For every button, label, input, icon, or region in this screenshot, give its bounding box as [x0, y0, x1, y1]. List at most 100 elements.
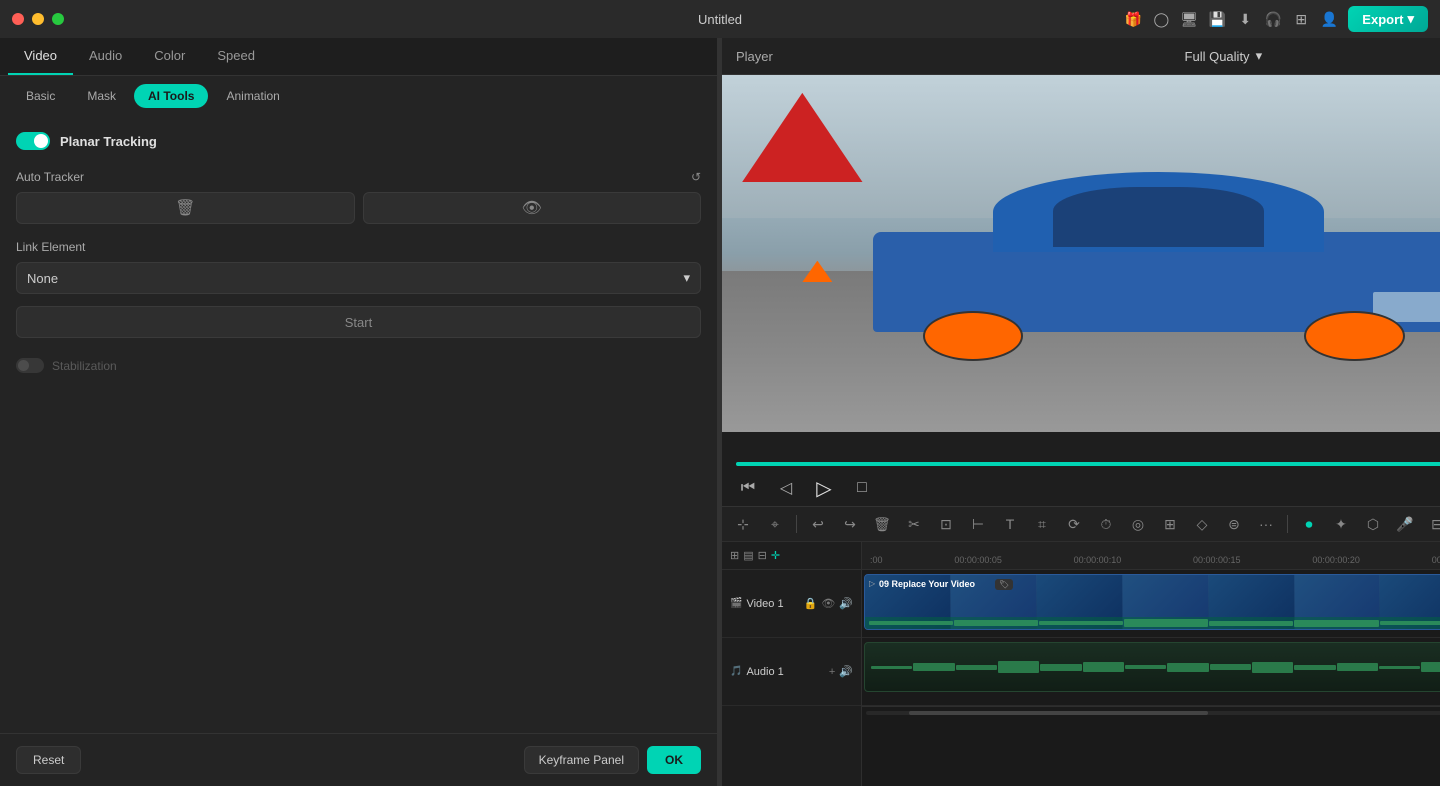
tab-speed[interactable]: Speed	[201, 38, 271, 75]
layers-btn[interactable]: ⊟	[1424, 511, 1440, 537]
aw-7	[1125, 665, 1166, 669]
timer-btn[interactable]: ⏱	[1093, 511, 1119, 537]
toolbar-sep-1	[796, 515, 797, 533]
skip-back-button[interactable]: ⏮	[736, 476, 760, 500]
cut-btn[interactable]: ✂	[901, 511, 927, 537]
play-button[interactable]: ▷	[812, 476, 836, 500]
wa-5	[1209, 621, 1293, 626]
close-button[interactable]	[12, 13, 24, 25]
video-eye-icon[interactable]: 👁	[821, 597, 835, 610]
ellipsis-btn[interactable]: ···	[1253, 511, 1279, 537]
audio-clip[interactable]	[864, 642, 1440, 692]
audio-track-timeline[interactable]	[862, 638, 1440, 706]
shield-btn[interactable]: ⬡	[1360, 511, 1386, 537]
aw-12	[1337, 663, 1378, 671]
circle-icon[interactable]: ◯	[1152, 10, 1170, 28]
add-main-track[interactable]: ✛	[771, 549, 780, 562]
add-video-track[interactable]: ⊞	[730, 549, 739, 562]
wa-3	[1039, 621, 1123, 625]
player-quality-selector[interactable]: Full Quality ▾	[1185, 48, 1263, 64]
clip-audio-strip	[865, 617, 1440, 629]
aw-1	[871, 666, 912, 669]
footer-right-buttons: Keyframe Panel OK	[524, 746, 701, 774]
scroll-track[interactable]	[866, 711, 1440, 715]
video-volume-icon[interactable]: 🔊	[839, 597, 853, 610]
layout-icon[interactable]: ⊞	[1292, 10, 1310, 28]
save-icon[interactable]: 💾	[1208, 10, 1226, 28]
scroll-thumb[interactable]	[909, 711, 1209, 715]
transform-btn[interactable]: ⟳	[1061, 511, 1087, 537]
left-panel: Video Audio Color Speed Basic Mask AI To…	[0, 38, 718, 786]
planar-tracking-row: Planar Tracking	[16, 132, 701, 150]
effects-btn[interactable]: ✦	[1328, 511, 1354, 537]
video-clip[interactable]: ▷ 09 Replace Your Video 🏷	[864, 574, 1440, 630]
add-caption-track[interactable]: ▤	[743, 549, 753, 562]
stop-button[interactable]: □	[850, 476, 874, 500]
color-btn[interactable]: ◇	[1189, 511, 1215, 537]
wheel-front	[923, 311, 1023, 361]
tracker-delete-btn[interactable]: 🗑	[16, 192, 355, 224]
redo-btn[interactable]: ↪	[837, 511, 863, 537]
video-track-timeline[interactable]: ▷ 09 Replace Your Video 🏷	[862, 570, 1440, 638]
auto-tracker-section: Auto Tracker ↺	[16, 170, 701, 184]
minimize-button[interactable]	[32, 13, 44, 25]
audio-add-icon[interactable]: +	[829, 666, 835, 678]
subtab-animation[interactable]: Animation	[212, 84, 293, 108]
tab-audio[interactable]: Audio	[73, 38, 138, 75]
razor-tool[interactable]: ⌖	[762, 511, 788, 537]
subtab-aitools[interactable]: AI Tools	[134, 84, 208, 108]
record-btn[interactable]: ⏺	[1296, 511, 1322, 537]
headphone-icon[interactable]: 🎧	[1264, 10, 1282, 28]
aw-5	[1040, 664, 1081, 671]
audio-track-number: 🎵	[730, 666, 742, 677]
trim-btn[interactable]: ⊡	[933, 511, 959, 537]
select-tool[interactable]: ⊹	[730, 511, 756, 537]
tab-video[interactable]: Video	[8, 38, 73, 75]
adjust-btn[interactable]: ⊜	[1221, 511, 1247, 537]
chevron-down-icon: ▾	[683, 270, 690, 286]
eye-icon: 👁	[522, 198, 542, 218]
detect-btn[interactable]: ◎	[1125, 511, 1151, 537]
delete-btn[interactable]: 🗑	[869, 511, 895, 537]
undo-btn[interactable]: ↩	[805, 511, 831, 537]
fit-btn[interactable]: ⊞	[1157, 511, 1183, 537]
video-lock-icon[interactable]: 🔒	[804, 597, 818, 610]
start-button[interactable]: Start	[16, 306, 701, 338]
split-btn[interactable]: ⊢	[965, 511, 991, 537]
panel-footer: Reset Keyframe Panel OK	[0, 733, 717, 786]
ruler-mark-4: 00:00:00:20	[1312, 555, 1360, 565]
wheel-rear	[1304, 311, 1404, 361]
subtab-basic[interactable]: Basic	[12, 84, 69, 108]
stabilization-toggle[interactable]	[16, 358, 44, 373]
avatar-icon[interactable]: 👤	[1320, 10, 1338, 28]
monitor-icon[interactable]: 🖥	[1180, 10, 1198, 28]
ok-button[interactable]: OK	[647, 746, 701, 774]
title-bar: Untitled 🎁 ◯ 🖥 💾 ⬇ 🎧 ⊞ 👤 Export ▾	[0, 0, 1440, 38]
aw-9	[1210, 664, 1251, 670]
tab-color[interactable]: Color	[138, 38, 201, 75]
mic-btn[interactable]: 🎤	[1392, 511, 1418, 537]
export-button[interactable]: Export ▾	[1348, 6, 1428, 32]
text-btn[interactable]: T	[997, 511, 1023, 537]
progress-bar[interactable]	[736, 462, 1440, 466]
trash-icon: 🗑	[175, 198, 195, 218]
planar-tracking-toggle[interactable]	[16, 132, 50, 150]
aw-3	[956, 665, 997, 670]
download-icon[interactable]: ⬇	[1236, 10, 1254, 28]
wa-1	[869, 621, 953, 625]
tracker-eye-btn[interactable]: 👁	[363, 192, 702, 224]
refresh-icon[interactable]: ↺	[691, 170, 701, 184]
keyframe-panel-button[interactable]: Keyframe Panel	[524, 746, 639, 774]
gift-icon[interactable]: 🎁	[1124, 10, 1142, 28]
reset-button[interactable]: Reset	[16, 746, 81, 774]
aw-11	[1294, 665, 1335, 670]
crop-btn[interactable]: ⌗	[1029, 511, 1055, 537]
maximize-button[interactable]	[52, 13, 64, 25]
add-compound[interactable]: ⊟	[758, 549, 767, 562]
subtab-mask[interactable]: Mask	[73, 84, 130, 108]
aw-8	[1167, 663, 1208, 672]
audio-volume-icon[interactable]: 🔊	[839, 665, 853, 678]
wa-7	[1380, 621, 1440, 625]
step-back-button[interactable]: ◁	[774, 476, 798, 500]
link-element-dropdown[interactable]: None ▾	[16, 262, 701, 294]
